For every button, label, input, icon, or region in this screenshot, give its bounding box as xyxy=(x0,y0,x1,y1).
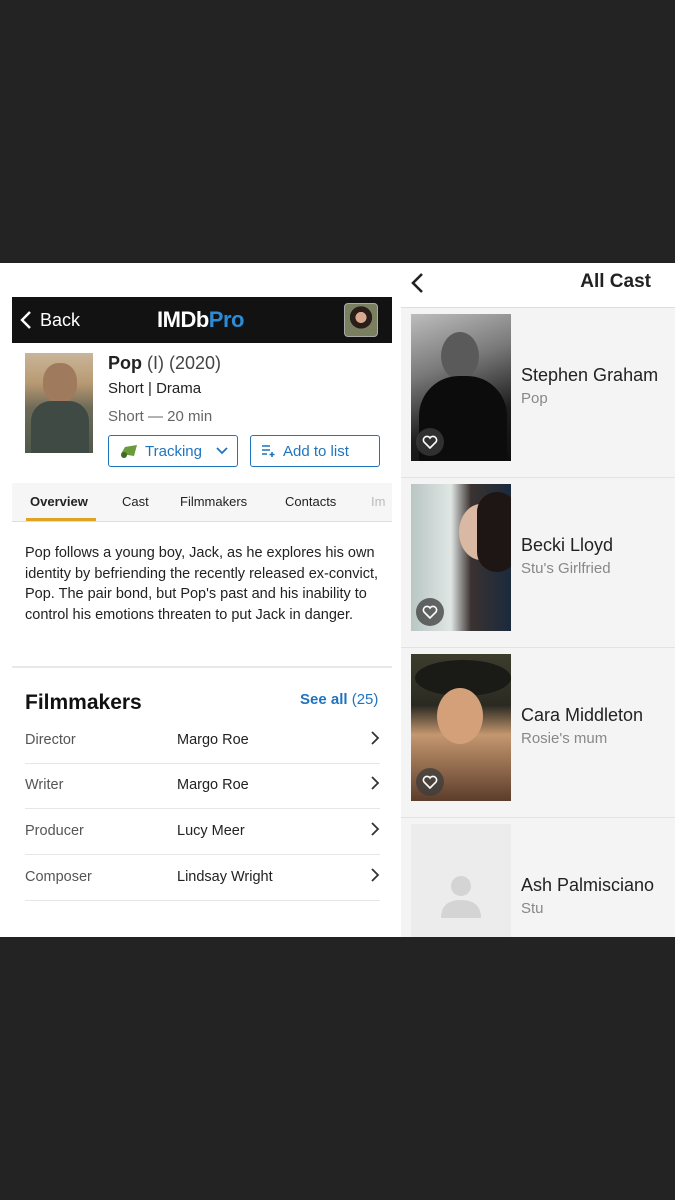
see-all-label: See all xyxy=(300,691,348,708)
logo-pro-text: Pro xyxy=(208,307,245,332)
heart-icon[interactable] xyxy=(416,768,444,796)
filmmaker-row[interactable]: Composer Lindsay Wright xyxy=(25,855,380,901)
cast-item[interactable]: Ash Palmisciano Stu xyxy=(401,817,675,937)
filmmaker-role: Producer xyxy=(25,823,84,839)
cast-name: Stephen Graham xyxy=(521,365,659,385)
tracking-label: Tracking xyxy=(145,442,202,460)
all-cast-title: All Cast xyxy=(580,271,651,292)
tab-bar: Overview Cast Filmmakers Contacts Im xyxy=(12,483,392,522)
tracking-button[interactable]: Tracking xyxy=(108,435,238,467)
see-all-count: (25) xyxy=(351,691,379,708)
movie-year: (I) (2020) xyxy=(147,353,222,373)
photo-head xyxy=(441,332,479,380)
plot-description: Pop follows a young boy, Jack, as he exp… xyxy=(25,545,379,623)
person-placeholder-icon xyxy=(441,876,481,918)
chevron-right-icon xyxy=(371,822,380,836)
cast-photo[interactable] xyxy=(411,314,511,461)
cast-photo[interactable] xyxy=(411,654,511,801)
chevron-right-icon xyxy=(371,868,380,882)
filmmaker-role: Director xyxy=(25,732,76,748)
filmmaker-role: Composer xyxy=(25,869,92,885)
back-label: Back xyxy=(40,309,81,330)
filmmakers-heading: Filmmakers xyxy=(25,691,142,714)
heart-icon[interactable] xyxy=(416,598,444,626)
cast-item[interactable]: Cara Middleton Rosie's mum xyxy=(401,647,675,818)
cast-item[interactable]: Stephen Graham Pop xyxy=(401,307,675,478)
cast-character: Stu xyxy=(521,900,544,917)
poster-body xyxy=(31,401,89,453)
chevron-right-icon xyxy=(371,776,380,790)
photo-hair xyxy=(477,492,511,572)
chevron-left-icon xyxy=(20,311,31,329)
cast-name: Becki Lloyd xyxy=(521,535,614,555)
user-avatar[interactable] xyxy=(344,303,378,337)
tab-images[interactable]: Im xyxy=(371,483,385,521)
heart-icon[interactable] xyxy=(416,428,444,456)
chevron-down-icon xyxy=(216,447,228,455)
cast-character: Stu's Girlfried xyxy=(521,560,611,577)
add-list-icon xyxy=(261,444,277,458)
filmmaker-role: Writer xyxy=(25,777,64,793)
tab-cast[interactable]: Cast xyxy=(122,483,149,521)
poster-head xyxy=(43,363,77,403)
filmmaker-name: Margo Roe xyxy=(177,777,249,793)
back-button[interactable]: Back xyxy=(20,297,80,343)
back-chevron-icon[interactable] xyxy=(409,271,425,295)
movie-runtime: Short — 20 min xyxy=(108,408,213,425)
filmmaker-row[interactable]: Writer Margo Roe xyxy=(25,763,380,809)
cast-header: All Cast xyxy=(401,263,675,308)
see-all-link[interactable]: See all (25) xyxy=(300,691,378,708)
imdbpro-logo: IMDbPro xyxy=(157,307,244,333)
filmmaker-row[interactable]: Director Margo Roe xyxy=(25,718,380,764)
movie-title-text: Pop xyxy=(108,353,142,373)
title-page-panel: Back IMDbPro Pop (I) (2020) Short | Dram… xyxy=(0,263,401,937)
tab-contacts[interactable]: Contacts xyxy=(285,483,336,521)
movie-genre: Short | Drama xyxy=(108,380,202,397)
add-to-list-label: Add to list xyxy=(283,442,349,460)
active-tab-indicator xyxy=(26,518,96,521)
photo-face xyxy=(437,688,483,744)
all-cast-panel: All Cast Stephen Graham Pop Becki Lloyd … xyxy=(401,263,675,937)
cast-name: Cara Middleton xyxy=(521,705,644,725)
chevron-right-icon xyxy=(371,731,380,745)
app-header: Back IMDbPro xyxy=(12,297,392,343)
filmmaker-row[interactable]: Producer Lucy Meer xyxy=(25,809,380,855)
tracking-icon xyxy=(119,443,139,459)
tab-filmmakers[interactable]: Filmmakers xyxy=(180,483,247,521)
filmmaker-name: Lucy Meer xyxy=(177,823,245,839)
cast-item[interactable]: Becki Lloyd Stu's Girlfried xyxy=(401,477,675,648)
movie-title: Pop (I) (2020) xyxy=(108,353,221,374)
section-divider xyxy=(12,666,392,668)
logo-imdb-text: IMDb xyxy=(157,307,209,332)
cast-character: Pop xyxy=(521,390,548,407)
movie-poster[interactable] xyxy=(25,353,93,453)
tab-overview[interactable]: Overview xyxy=(30,483,88,521)
cast-photo[interactable] xyxy=(411,484,511,631)
cast-name: Ash Palmisciano xyxy=(521,875,655,895)
filmmaker-name: Lindsay Wright xyxy=(177,869,273,885)
cast-character: Rosie's mum xyxy=(521,730,608,747)
cast-photo-placeholder[interactable] xyxy=(411,824,511,937)
add-to-list-button[interactable]: Add to list xyxy=(250,435,380,467)
screenshot-content: Back IMDbPro Pop (I) (2020) Short | Dram… xyxy=(0,263,675,937)
filmmaker-name: Margo Roe xyxy=(177,732,249,748)
